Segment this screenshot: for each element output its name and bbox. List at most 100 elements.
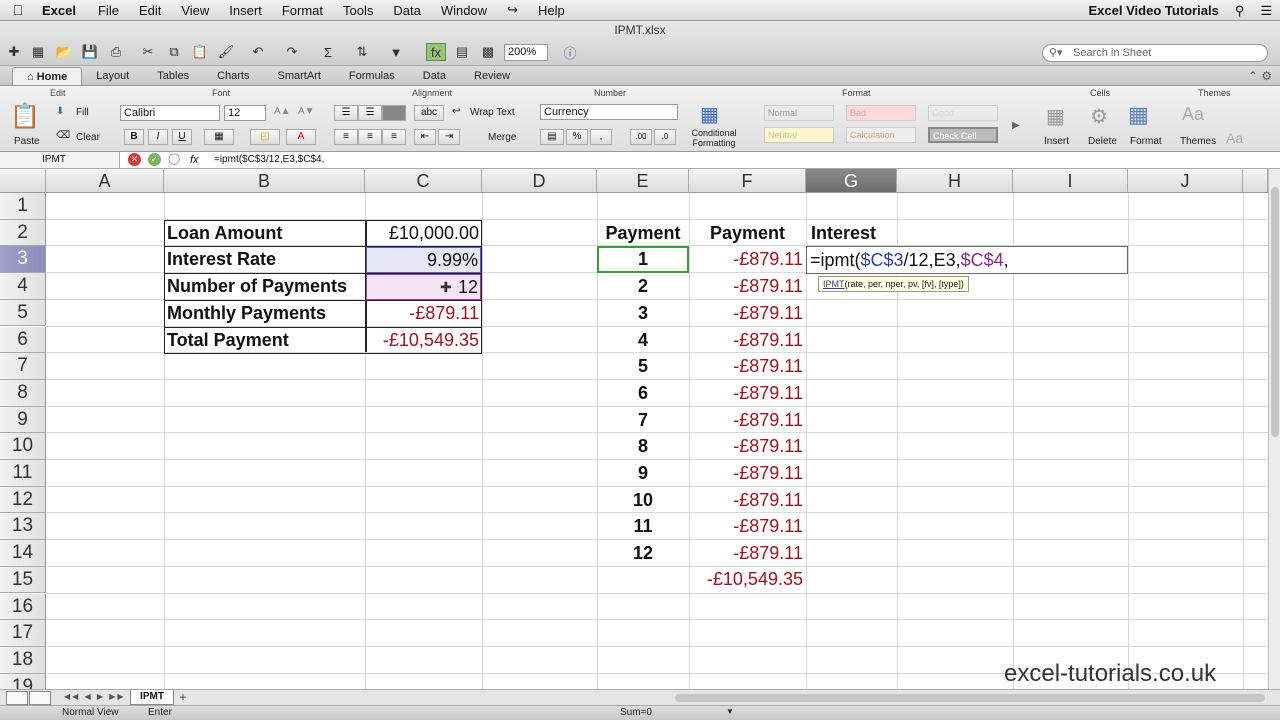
payment-number-cell[interactable]: 7: [597, 407, 689, 433]
payment-number-cell[interactable]: 2: [597, 273, 689, 299]
vertical-scrollbar[interactable]: [1268, 169, 1280, 689]
row-header-14[interactable]: 14: [0, 540, 46, 567]
align-center-icon[interactable]: ≡: [358, 129, 382, 145]
open-icon[interactable]: 📂: [54, 43, 74, 61]
tab-data[interactable]: Data: [409, 67, 460, 85]
total-payment-label[interactable]: Total Payment: [164, 327, 364, 353]
total-payment-value[interactable]: -£10,549.35: [365, 327, 482, 353]
vertical-scroll-thumb[interactable]: [1271, 187, 1279, 437]
column-header-d[interactable]: D: [482, 169, 597, 193]
payment-amount-cell[interactable]: -£879.11: [689, 487, 806, 513]
undo-icon[interactable]: ↶: [248, 43, 268, 61]
style-good[interactable]: Good: [928, 105, 998, 121]
menu-tools[interactable]: Tools: [333, 3, 383, 18]
clipboard-icon[interactable]: 📋: [10, 102, 40, 131]
worksheet-grid[interactable]: A B C D E F G H I J 1 2 3 4 5 6 7 8 9 10 11 12 13 14 1…: [0, 169, 1268, 689]
align-left-icon[interactable]: ≡: [334, 129, 358, 145]
styles-more-icon[interactable]: ▶: [1012, 120, 1020, 131]
row-header-15[interactable]: 15: [0, 566, 46, 594]
payment-amount-cell[interactable]: -£879.11: [689, 353, 806, 379]
row-header-16[interactable]: 16: [0, 593, 46, 621]
normal-view-button[interactable]: [6, 691, 28, 705]
font-shrink-icon[interactable]: A▼: [298, 106, 315, 117]
loan-amount-label[interactable]: Loan Amount: [164, 220, 364, 246]
spotlight-icon[interactable]: ⚲: [1227, 3, 1253, 19]
currency-icon[interactable]: ▤: [540, 129, 564, 145]
number-of-payments-label[interactable]: Number of Payments: [164, 273, 364, 299]
menu-format[interactable]: Format: [272, 3, 333, 18]
cancel-icon[interactable]: ✕: [128, 153, 141, 166]
print-icon[interactable]: ⎙: [106, 43, 126, 61]
theme-fonts-icon[interactable]: Aa: [1226, 130, 1243, 146]
payment-amount-cell[interactable]: -£879.11: [689, 513, 806, 539]
row-header-13[interactable]: 13: [0, 513, 46, 541]
page-layout-view-button[interactable]: [29, 691, 51, 705]
italic-button[interactable]: I: [148, 129, 168, 145]
sort-icon[interactable]: ⇅: [352, 43, 372, 61]
payment-amount-cell[interactable]: -£879.11: [689, 327, 806, 353]
wrap-text-icon[interactable]: ↩: [452, 106, 460, 117]
redo-icon[interactable]: ↷: [282, 43, 302, 61]
row-header-5[interactable]: 5: [0, 299, 46, 327]
style-bad[interactable]: Bad: [846, 105, 916, 121]
style-neutral[interactable]: Neutral: [764, 127, 834, 143]
payment-amount-cell[interactable]: -£879.11: [689, 540, 806, 566]
column-header-b[interactable]: B: [164, 169, 365, 193]
row-header-19[interactable]: 19: [0, 673, 46, 689]
payment-number-cell[interactable]: 8: [597, 433, 689, 459]
format-cells-icon[interactable]: ▦: [1128, 102, 1149, 128]
fill-color-icon[interactable]: ◰: [250, 129, 280, 145]
font-grow-icon[interactable]: A▲: [274, 106, 291, 117]
cut-icon[interactable]: ✂: [138, 43, 158, 61]
underline-button[interactable]: U: [172, 129, 192, 145]
merge-button[interactable]: Merge: [488, 132, 516, 143]
themes-button[interactable]: Themes: [1180, 136, 1216, 147]
menu-help[interactable]: Help: [528, 3, 575, 18]
bold-button[interactable]: B: [124, 129, 144, 145]
percent-icon[interactable]: %: [566, 129, 588, 145]
filter-icon[interactable]: ▼: [386, 43, 406, 61]
orientation-button[interactable]: abc: [414, 105, 444, 121]
payment-number-cell[interactable]: 9: [597, 460, 689, 486]
style-normal[interactable]: Normal: [764, 105, 834, 121]
payment-amount-cell[interactable]: -£879.11: [689, 407, 806, 433]
insert-cells-icon[interactable]: ▦: [1046, 104, 1065, 129]
comma-icon[interactable]: ‚: [590, 129, 612, 145]
payment-amount-cell[interactable]: -£879.11: [689, 273, 806, 299]
format-painter-icon[interactable]: 🖌: [216, 43, 236, 61]
payment-number-cell[interactable]: 12: [597, 540, 689, 566]
eraser-icon[interactable]: ⌫: [56, 130, 70, 141]
payment-number-cell[interactable]: 10: [597, 487, 689, 513]
monthly-payments-value[interactable]: -£879.11: [365, 300, 482, 326]
clear-button[interactable]: Clear: [76, 132, 100, 143]
align-top-icon[interactable]: ☰: [334, 105, 358, 121]
menu-view[interactable]: View: [171, 3, 219, 18]
sheet-nav-arrows[interactable]: ◀◀ ◀ ▶ ▶▶: [64, 692, 126, 701]
borders-icon[interactable]: ▦: [204, 129, 234, 145]
horizontal-scroll-thumb[interactable]: [675, 694, 1265, 702]
tooltip-function-link[interactable]: IPMT: [823, 279, 845, 289]
enter-icon[interactable]: ✓: [148, 153, 161, 166]
menu-insert[interactable]: Insert: [219, 3, 272, 18]
interest-rate-label[interactable]: Interest Rate: [164, 246, 364, 272]
name-box[interactable]: IPMT: [0, 152, 120, 168]
paste-icon[interactable]: 📋: [190, 43, 210, 61]
align-right-icon[interactable]: ≡: [382, 129, 406, 145]
payment-amount-cell[interactable]: -£879.11: [689, 433, 806, 459]
copy-icon[interactable]: ⧉: [164, 43, 184, 61]
row-header-3[interactable]: 3: [0, 246, 46, 274]
payment-number-cell[interactable]: 3: [597, 300, 689, 326]
insert-function-button[interactable]: fx: [190, 152, 199, 168]
ribbon-options-icon[interactable]: ⌃ ⚙: [1248, 69, 1272, 83]
fill-button[interactable]: Fill: [76, 107, 89, 118]
status-sum-dropdown-icon[interactable]: ▼: [726, 707, 734, 716]
payment-amount-cell[interactable]: -£879.11: [689, 460, 806, 486]
wrap-text-button[interactable]: Wrap Text: [470, 107, 515, 118]
row-header-1[interactable]: 1: [0, 193, 46, 220]
style-calculation[interactable]: Calculation: [846, 127, 916, 143]
row-header-4[interactable]: 4: [0, 273, 46, 300]
monthly-payments-label[interactable]: Monthly Payments: [164, 300, 364, 326]
column-header-i[interactable]: I: [1013, 169, 1128, 193]
column-header-f[interactable]: F: [689, 169, 806, 193]
tab-review[interactable]: Review: [460, 67, 524, 85]
